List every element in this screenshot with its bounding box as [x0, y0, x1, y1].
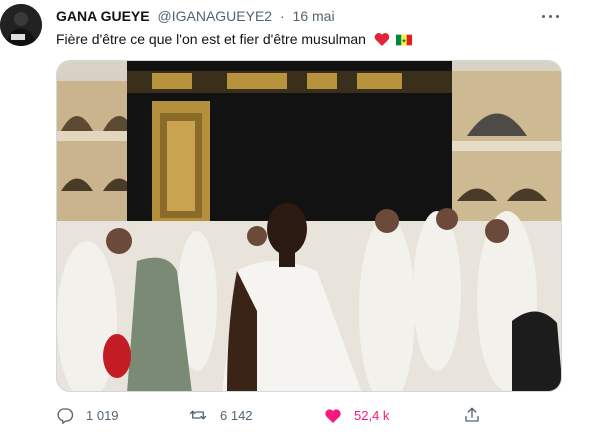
senegal-flag-icon — [395, 33, 412, 51]
tweet-photo[interactable] — [56, 60, 562, 392]
tweet-actions: 1 019 6 142 52,4 k — [56, 404, 562, 426]
tweet-text-body: Fière d'être ce que l'on est et fier d'ê… — [56, 31, 366, 47]
user-handle[interactable]: @IGANAGUEYE2 — [158, 8, 273, 24]
display-name[interactable]: GANA GUEYE — [56, 8, 150, 24]
like-button[interactable]: 52,4 k — [324, 404, 389, 426]
reply-count: 1 019 — [86, 407, 119, 423]
retweet-count: 6 142 — [220, 407, 253, 423]
reply-button[interactable]: 1 019 — [56, 404, 119, 426]
reply-icon — [56, 406, 74, 424]
retweet-button[interactable]: 6 142 — [188, 404, 253, 426]
like-count: 52,4 k — [354, 407, 390, 423]
more-options-button[interactable] — [540, 6, 562, 28]
tweet-date[interactable]: 16 mai — [293, 8, 335, 24]
separator-dot: · — [279, 8, 285, 24]
avatar[interactable] — [0, 4, 42, 46]
share-icon — [463, 406, 481, 424]
tweet-text: Fière d'être ce que l'on est et fier d'ê… — [56, 30, 412, 51]
retweet-icon — [188, 406, 208, 424]
tweet-card[interactable]: GANA GUEYE @IGANAGUEYE2 · 16 mai Fière d… — [0, 0, 591, 445]
share-button[interactable] — [463, 404, 481, 426]
tweet-header: GANA GUEYE @IGANAGUEYE2 · 16 mai — [56, 7, 335, 25]
red-heart-icon — [374, 32, 390, 51]
heart-icon — [324, 407, 342, 424]
